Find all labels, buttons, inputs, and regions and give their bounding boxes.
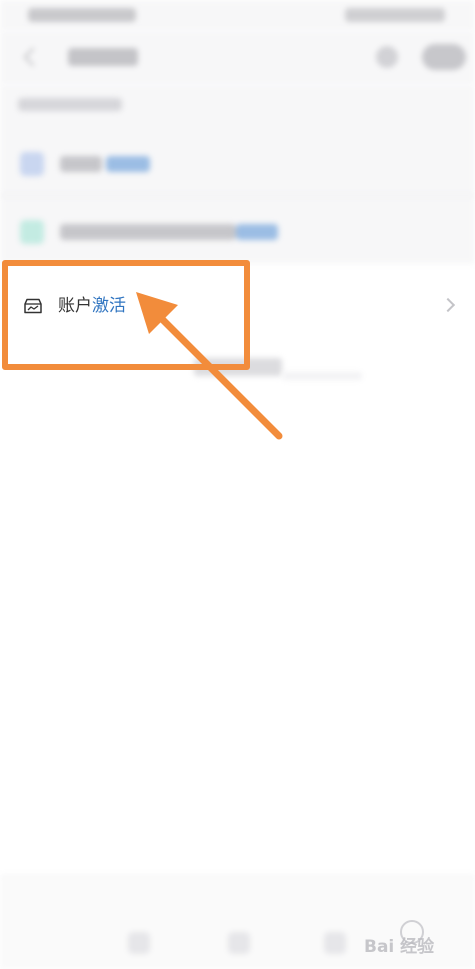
list-item-label <box>60 224 236 240</box>
nav-item-icon[interactable] <box>128 932 150 954</box>
blurred-hint <box>282 372 362 380</box>
list-item-icon <box>20 220 44 244</box>
list-item[interactable] <box>0 132 475 196</box>
list-item-icon <box>20 152 44 176</box>
chevron-right-icon <box>440 297 456 313</box>
watermark-text: Bai 经验 <box>364 937 435 957</box>
status-icons <box>345 8 445 22</box>
nav-item-icon[interactable] <box>228 932 250 954</box>
status-bar <box>0 0 475 30</box>
header-action-button[interactable] <box>422 44 466 70</box>
list-item-link <box>106 156 150 172</box>
header <box>0 30 475 84</box>
list-item-label <box>60 156 102 172</box>
list-item[interactable] <box>0 200 475 264</box>
page-title <box>68 48 138 66</box>
list-item-link <box>236 224 278 240</box>
back-arrow-icon[interactable] <box>23 47 43 67</box>
status-time <box>28 8 136 22</box>
search-icon[interactable] <box>376 46 398 68</box>
highlight-box <box>2 260 250 370</box>
nav-item-icon[interactable] <box>324 932 346 954</box>
watermark: Bai 经验 <box>364 920 464 957</box>
section-label <box>18 98 122 111</box>
